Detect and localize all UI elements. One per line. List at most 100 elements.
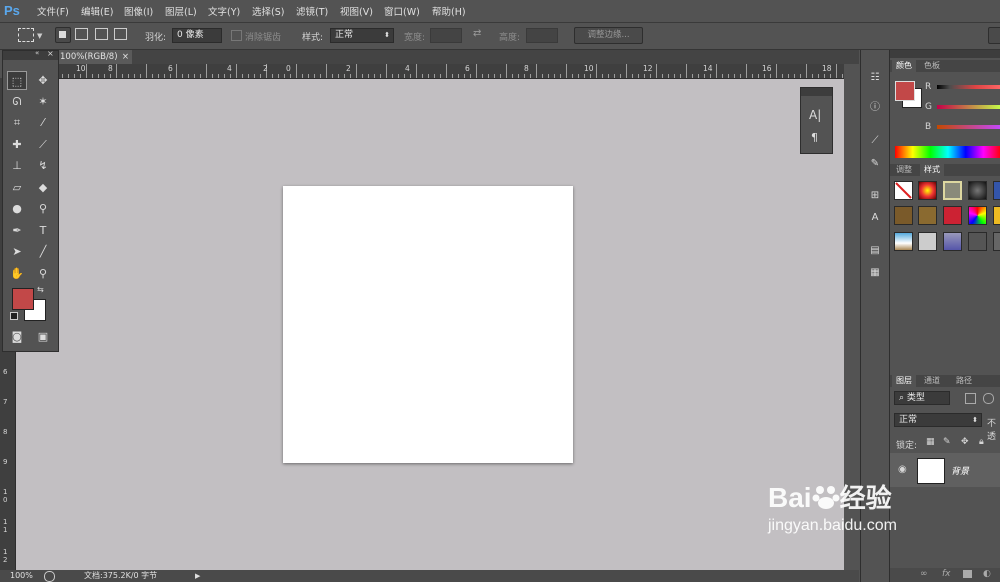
- menu-edit[interactable]: 编辑(E): [81, 4, 113, 18]
- style-swatch[interactable]: [943, 181, 962, 200]
- style-swatch[interactable]: [918, 232, 937, 251]
- history-brush-tool-icon[interactable]: ↯: [33, 156, 53, 175]
- style-swatch[interactable]: [943, 232, 962, 251]
- rect-marquee-preset-icon[interactable]: [18, 28, 34, 42]
- character-styles-panel-icon[interactable]: A: [866, 210, 884, 226]
- channel-r-slider[interactable]: [937, 85, 1000, 89]
- clone-source-panel-icon[interactable]: ⊞: [866, 188, 884, 204]
- style-swatch[interactable]: [968, 181, 987, 200]
- healing-brush-tool-icon[interactable]: ✚: [7, 135, 27, 154]
- document-tab[interactable]: 100%(RGB/8) ×: [56, 50, 132, 64]
- link-layers-icon[interactable]: ∞: [920, 569, 928, 579]
- tab-adjustments[interactable]: 调整: [892, 164, 916, 176]
- filter-adjust-icon[interactable]: [983, 393, 994, 404]
- swap-colors-icon[interactable]: ⇆: [37, 285, 44, 294]
- menu-layer[interactable]: 图层(L): [165, 4, 197, 18]
- rect-marquee-tool-icon[interactable]: ⬚: [7, 71, 27, 90]
- style-select[interactable]: 正常 ⬍: [330, 28, 394, 43]
- swap-dimensions-icon[interactable]: ⇄: [473, 28, 481, 39]
- line-tool-icon[interactable]: ╱: [33, 242, 53, 261]
- quick-mask-icon[interactable]: ◙: [7, 327, 27, 346]
- antialias-checkbox[interactable]: [231, 30, 242, 41]
- feather-input[interactable]: 0 像素: [172, 28, 222, 43]
- layer-row[interactable]: ◉ 背景: [890, 453, 1000, 487]
- menu-help[interactable]: 帮助(H): [432, 4, 466, 18]
- status-menu-arrow-icon[interactable]: ▶: [195, 570, 200, 582]
- eraser-tool-icon[interactable]: ▱: [7, 178, 27, 197]
- dodge-tool-icon[interactable]: ⚲: [33, 199, 53, 218]
- tab-styles[interactable]: 样式: [920, 164, 944, 176]
- document-canvas[interactable]: [283, 186, 573, 463]
- paint-bucket-tool-icon[interactable]: ◆: [33, 178, 53, 197]
- character-panel-icon[interactable]: A|: [809, 108, 821, 122]
- lock-pixels-icon[interactable]: ✎: [943, 437, 951, 447]
- adjustment-layer-icon[interactable]: ◐: [983, 569, 991, 579]
- close-tab-icon[interactable]: ×: [122, 50, 129, 64]
- panel-header[interactable]: [801, 88, 832, 96]
- filter-image-icon[interactable]: [965, 393, 976, 404]
- panel-header[interactable]: [890, 50, 1000, 58]
- tab-layers[interactable]: 图层: [892, 375, 916, 387]
- eye-visibility-icon[interactable]: ◉: [898, 464, 907, 475]
- style-swatch[interactable]: [918, 181, 937, 200]
- blend-mode-select[interactable]: 正常 ⬍: [894, 413, 982, 427]
- style-swatch[interactable]: [968, 206, 987, 225]
- screen-mode-icon[interactable]: ▣: [33, 327, 53, 346]
- zoom-tool-icon[interactable]: ⚲: [33, 264, 53, 283]
- lock-transparency-icon[interactable]: ▦: [926, 437, 935, 447]
- toolbox-header[interactable]: « ×: [3, 49, 58, 60]
- zoom-level[interactable]: 100%: [10, 570, 33, 582]
- brush-panel-icon[interactable]: ✎: [866, 156, 884, 172]
- blur-tool-icon[interactable]: ●: [7, 199, 27, 218]
- tab-channels[interactable]: 通道: [920, 375, 944, 387]
- style-swatch[interactable]: [894, 206, 913, 225]
- lasso-tool-icon[interactable]: ᘏ: [7, 92, 27, 111]
- color-spectrum-ramp[interactable]: [895, 146, 1000, 158]
- hand-tool-icon[interactable]: ✋: [7, 264, 27, 283]
- menu-filter[interactable]: 滤镜(T): [296, 4, 328, 18]
- eyedropper-tool-icon[interactable]: ⁄: [33, 113, 53, 132]
- subtract-selection-icon[interactable]: [95, 28, 108, 40]
- brush-presets-panel-icon[interactable]: ⟋: [866, 133, 884, 149]
- menu-view[interactable]: 视图(V): [340, 4, 373, 18]
- channel-b-slider[interactable]: [937, 125, 1000, 129]
- style-swatch[interactable]: [993, 181, 1000, 200]
- tab-paths[interactable]: 路径: [952, 375, 976, 387]
- menu-image[interactable]: 图像(I): [124, 4, 153, 18]
- status-icon[interactable]: [44, 571, 55, 582]
- style-swatch[interactable]: [943, 206, 962, 225]
- add-to-selection-icon[interactable]: [75, 28, 88, 40]
- crop-tool-icon[interactable]: ⌗: [7, 113, 27, 132]
- foreground-color-swatch[interactable]: [12, 288, 34, 310]
- move-tool-icon[interactable]: ✥: [33, 71, 53, 90]
- menu-file[interactable]: 文件(F): [37, 4, 69, 18]
- properties-panel-icon[interactable]: ▤: [866, 243, 884, 259]
- brush-tool-icon[interactable]: ⟋: [33, 135, 53, 154]
- new-selection-icon[interactable]: [55, 27, 71, 43]
- add-mask-icon[interactable]: [963, 570, 972, 578]
- collapse-icon[interactable]: «: [35, 49, 39, 57]
- pen-tool-icon[interactable]: ✒: [7, 221, 27, 240]
- clone-stamp-tool-icon[interactable]: ⊥: [7, 156, 27, 175]
- height-input[interactable]: [526, 28, 558, 43]
- style-swatch[interactable]: [993, 206, 1000, 225]
- style-swatch-none[interactable]: [894, 181, 913, 200]
- chevron-down-icon[interactable]: ▼: [37, 32, 42, 40]
- magic-wand-tool-icon[interactable]: ✶: [33, 92, 53, 111]
- channel-g-slider[interactable]: [937, 105, 1000, 109]
- style-swatch[interactable]: [894, 232, 913, 251]
- menu-select[interactable]: 选择(S): [252, 4, 284, 18]
- style-swatch[interactable]: [993, 232, 1000, 251]
- menu-type[interactable]: 文字(Y): [208, 4, 240, 18]
- style-swatch[interactable]: [918, 206, 937, 225]
- close-icon[interactable]: ×: [47, 49, 54, 58]
- info-panel-icon[interactable]: ⓘ: [866, 100, 884, 116]
- path-selection-tool-icon[interactable]: ➤: [7, 242, 27, 261]
- layer-fx-icon[interactable]: fx: [942, 569, 951, 579]
- lock-all-icon[interactable]: 🔒︎: [979, 437, 984, 447]
- workspace-switcher[interactable]: [988, 27, 1000, 44]
- type-tool-icon[interactable]: T: [33, 221, 53, 240]
- paragraph-panel-icon[interactable]: ¶: [811, 131, 818, 144]
- intersect-selection-icon[interactable]: [114, 28, 127, 40]
- notes-panel-icon[interactable]: ▦: [866, 265, 884, 281]
